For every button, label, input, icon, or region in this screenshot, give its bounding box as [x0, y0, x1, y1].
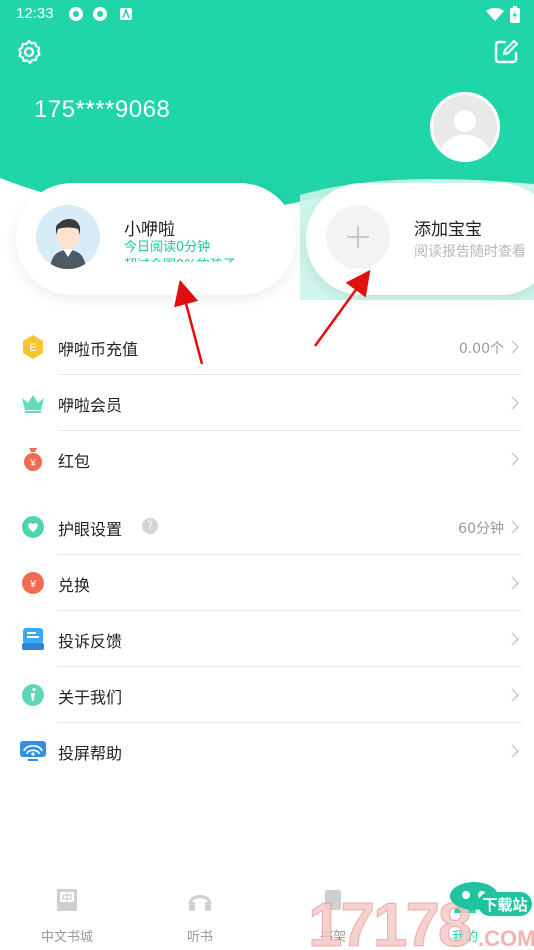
svg-text:E: E	[29, 342, 36, 354]
watermark-number: 17178	[308, 891, 471, 950]
chevron-right-icon	[511, 520, 520, 534]
status-time: 12:33	[16, 5, 54, 22]
default-avatar-icon	[439, 110, 491, 159]
chevron-right-icon	[511, 744, 520, 758]
plus-icon	[347, 226, 369, 248]
settings-gear-icon[interactable]	[15, 38, 43, 66]
headphones-icon	[188, 895, 212, 911]
svg-text:¥: ¥	[29, 579, 37, 591]
tab-audiobook[interactable]: 听书	[155, 880, 245, 950]
menu-item-screencast[interactable]: 投屏帮助	[0, 723, 534, 779]
wifi-icon	[486, 7, 504, 21]
notification-icon	[93, 7, 107, 21]
child-avatar	[36, 205, 100, 269]
help-icon[interactable]: ?	[142, 518, 158, 534]
edit-icon[interactable]	[492, 38, 520, 66]
notification-a-icon	[120, 7, 132, 20]
battery-icon	[510, 6, 520, 23]
menu-item-exchange[interactable]: ¥ 兑换	[0, 555, 534, 611]
status-right	[486, 6, 520, 23]
tab-label: 听书	[186, 930, 213, 945]
menu-item-eye-care[interactable]: 护眼设置 ? 60分钟	[0, 499, 534, 555]
add-child-button[interactable]	[326, 205, 390, 269]
menu-item-about[interactable]: 关于我们	[0, 667, 534, 723]
watermark-text: 下载站	[482, 896, 527, 914]
menu-item-feedback[interactable]: 投诉反馈	[0, 611, 534, 667]
info-icon	[22, 684, 44, 706]
chevron-right-icon	[511, 340, 520, 354]
chevron-right-icon	[511, 452, 520, 466]
chevron-right-icon	[511, 396, 520, 410]
screencast-icon	[20, 741, 46, 761]
user-avatar[interactable]	[430, 92, 500, 162]
add-child-title: 添加宝宝	[414, 220, 482, 240]
menu-label: 兑换	[58, 576, 91, 595]
menu-item-red-envelope[interactable]: ¥ 红包	[0, 431, 534, 487]
watermark-logo-icon: 17178 下载站 .COM	[308, 882, 534, 950]
chevron-right-icon	[511, 688, 520, 702]
exchange-icon: ¥	[22, 572, 44, 594]
red-envelope-icon: ¥	[24, 448, 42, 471]
menu-label: 投屏帮助	[58, 744, 123, 763]
watermark-domain: .COM	[478, 926, 534, 950]
menu-label: 红包	[58, 452, 91, 471]
crown-icon	[22, 395, 44, 413]
child-reading-today: 今日阅读0分钟	[124, 240, 211, 255]
menu-label: 咿啦币充值	[58, 340, 139, 359]
coin-icon: E	[23, 335, 43, 359]
menu-label: 护眼设置	[58, 520, 123, 539]
notification-icon	[69, 7, 83, 21]
menu-item-recharge[interactable]: E 咿啦币充值 0.00个	[0, 319, 534, 375]
boy-avatar-icon	[36, 205, 100, 269]
menu-item-membership[interactable]: 咿啦会员	[0, 375, 534, 431]
status-bar: 12:33	[0, 0, 534, 28]
add-child-card[interactable]: 添加宝宝 阅读报告随时查看	[306, 183, 534, 295]
account-phone: 175****9068	[34, 96, 171, 123]
tab-bookstore[interactable]: 中文书城	[22, 880, 112, 950]
menu-label: 投诉反馈	[58, 632, 123, 651]
bookstore-icon	[57, 889, 77, 911]
child-profile-card[interactable]: 小咿啦 今日阅读0分钟 超过全国0%的孩子	[16, 183, 296, 295]
chevron-right-icon	[511, 632, 520, 646]
tab-label: 中文书城	[40, 930, 93, 945]
feedback-icon	[22, 628, 44, 650]
site-watermark: 17178 下载站 .COM	[308, 880, 534, 950]
add-child-subtitle: 阅读报告随时查看	[414, 244, 526, 260]
chevron-right-icon	[511, 576, 520, 590]
svg-text:¥: ¥	[29, 458, 36, 469]
menu-label: 关于我们	[58, 688, 123, 707]
eye-care-icon	[22, 516, 44, 538]
eye-care-duration: 60分钟	[458, 521, 504, 537]
child-reading-rank: 超过全国0%的孩子	[124, 254, 236, 262]
coin-balance: 0.00个	[458, 341, 504, 357]
menu-label: 咿啦会员	[58, 396, 123, 415]
